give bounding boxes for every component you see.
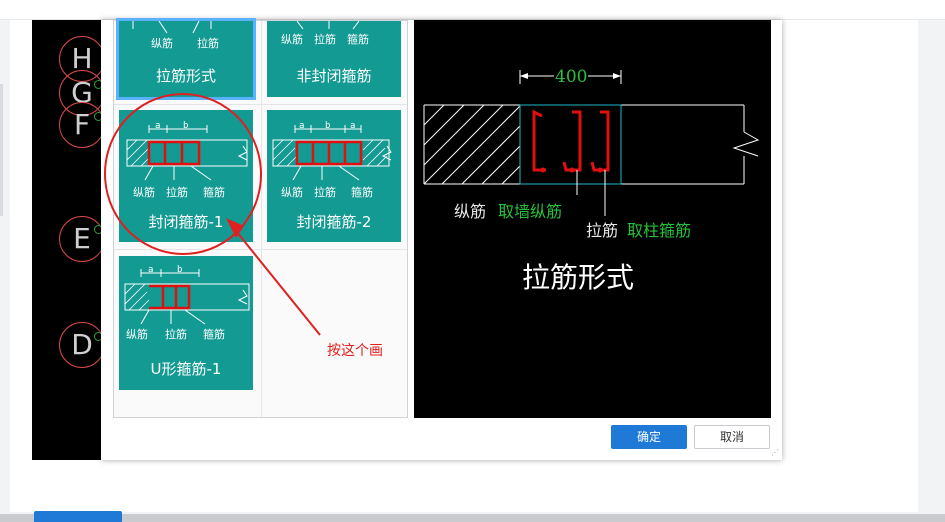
tile-sub-label: 箍筋 <box>203 186 225 199</box>
preview-longitudinal-label: 纵筋 <box>454 202 487 221</box>
cancel-button[interactable]: 取消 <box>694 425 770 449</box>
annotation-note: 按这个画 <box>327 343 383 359</box>
dimension-a: a <box>155 121 161 131</box>
tie-bar-style-dialog: 纵筋 拉筋 拉筋形式 纵筋 拉筋 箍筋 非封闭箍筋 a b 纵筋 拉筋 箍筋 封… <box>101 18 782 460</box>
tile-sub-label: 箍筋 <box>347 33 369 46</box>
tile-sub-label: 纵筋 <box>126 328 148 341</box>
tile-label: 非封闭箍筋 <box>296 67 372 85</box>
tile-sub-label: 纵筋 <box>281 33 303 46</box>
preview-title: 拉筋形式 <box>522 261 635 294</box>
tile-sub-label: 拉筋 <box>314 33 336 46</box>
tile-sub-label: 拉筋 <box>165 328 187 341</box>
screen: H G F E D 00 00 <box>0 0 945 522</box>
dimension-a: a <box>299 121 305 131</box>
style-preview: 400 纵筋 取墙纵筋 拉筋 取柱箍筋 拉筋形式 <box>414 20 771 418</box>
tile-sub-label: 纵筋 <box>133 186 155 199</box>
preview-tie-label: 拉筋 <box>586 221 619 240</box>
tile-tie-form[interactable]: 纵筋 拉筋 拉筋形式 <box>116 18 256 100</box>
tile-sub-label: 拉筋 <box>314 186 336 199</box>
grid-divider <box>261 21 262 417</box>
tile-sub-label: 纵筋 <box>281 186 303 199</box>
dimension-a: a <box>350 121 356 131</box>
tile-sub-label: 纵筋 <box>151 37 173 50</box>
dimension-b: b <box>177 265 183 275</box>
preview-dimension: 400 <box>555 67 588 87</box>
tile-closed-stirrup-2[interactable]: a b a 纵筋 拉筋 箍筋 封闭箍筋-2 <box>267 110 401 242</box>
tile-label: 封闭箍筋-1 <box>148 213 224 231</box>
tile-closed-stirrup-1[interactable]: a b 纵筋 拉筋 箍筋 封闭箍筋-1 <box>119 110 253 242</box>
dialog-container: 纵筋 拉筋 拉筋形式 纵筋 拉筋 箍筋 非封闭箍筋 a b 纵筋 拉筋 箍筋 封… <box>0 18 945 460</box>
dimension-a: a <box>148 265 154 275</box>
confirm-button[interactable]: 确定 <box>611 425 687 449</box>
grid-divider <box>114 104 407 105</box>
tile-u-stirrup-1[interactable]: a b 纵筋 拉筋 箍筋 U形箍筋-1 <box>119 256 253 390</box>
tile-label: 拉筋形式 <box>155 67 216 85</box>
tile-sub-label: 箍筋 <box>351 186 373 199</box>
dimension-b: b <box>325 121 331 131</box>
tile-sub-label: 箍筋 <box>203 328 225 341</box>
tile-label: U形箍筋-1 <box>150 360 222 378</box>
tile-sub-label: 拉筋 <box>197 37 219 50</box>
tile-label: 封闭箍筋-2 <box>296 213 372 231</box>
primary-button-partial[interactable] <box>34 511 122 522</box>
dimension-b: b <box>183 121 189 131</box>
tile-non-closed-stirrup[interactable]: 纵筋 拉筋 箍筋 非封闭箍筋 <box>267 21 401 97</box>
tile-sub-label: 拉筋 <box>166 186 188 199</box>
resize-grip-icon[interactable]: ⋰ <box>771 449 779 457</box>
preview-longitudinal-value: 取墙纵筋 <box>498 202 563 221</box>
grid-divider <box>114 249 407 250</box>
top-bar <box>0 0 945 20</box>
bottom-bar <box>0 514 945 522</box>
preview-tie-value: 取柱箍筋 <box>627 221 692 240</box>
